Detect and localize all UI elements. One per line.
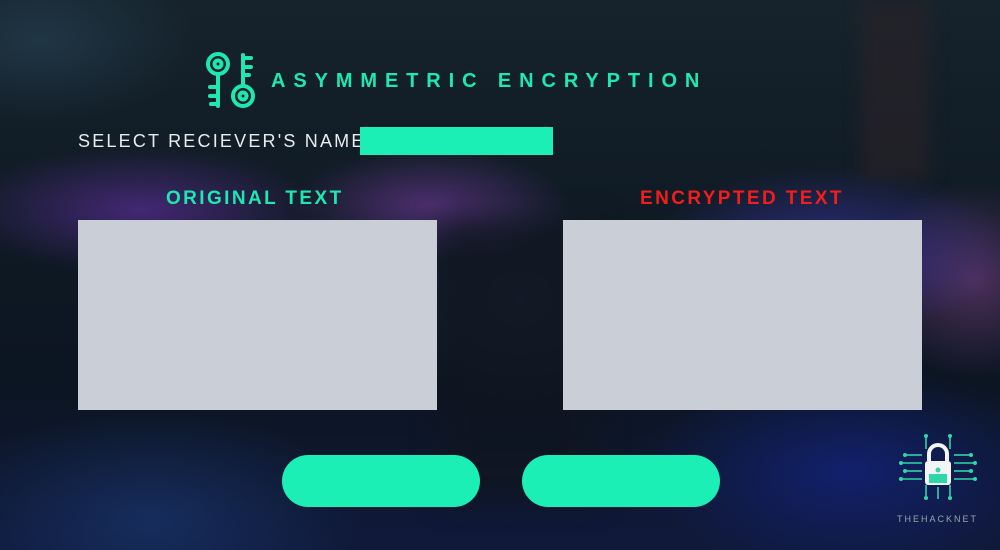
decrypt-button[interactable] <box>522 455 720 507</box>
receiver-name-input[interactable] <box>360 127 553 155</box>
brand-name: THEHACKNET <box>897 514 979 524</box>
encrypt-button[interactable] <box>282 455 480 507</box>
app-window: ASYMMETRIC ENCRYPTION SELECT RECIEVER'S … <box>0 0 1000 550</box>
original-text-area[interactable] <box>78 220 437 410</box>
receiver-row: SELECT RECIEVER'S NAME: <box>78 126 373 156</box>
original-text-heading: ORIGINAL TEXT <box>166 188 344 209</box>
app-title: ASYMMETRIC ENCRYPTION <box>271 69 708 92</box>
app-header: ASYMMETRIC ENCRYPTION <box>205 50 707 112</box>
keys-icon <box>206 52 255 108</box>
encrypted-text-heading: ENCRYPTED TEXT <box>640 188 844 209</box>
background-shadow <box>860 0 930 180</box>
receiver-label: SELECT RECIEVER'S NAME: <box>78 130 373 151</box>
encrypted-text-area[interactable] <box>563 220 922 410</box>
circuit-lock-icon <box>899 434 977 500</box>
